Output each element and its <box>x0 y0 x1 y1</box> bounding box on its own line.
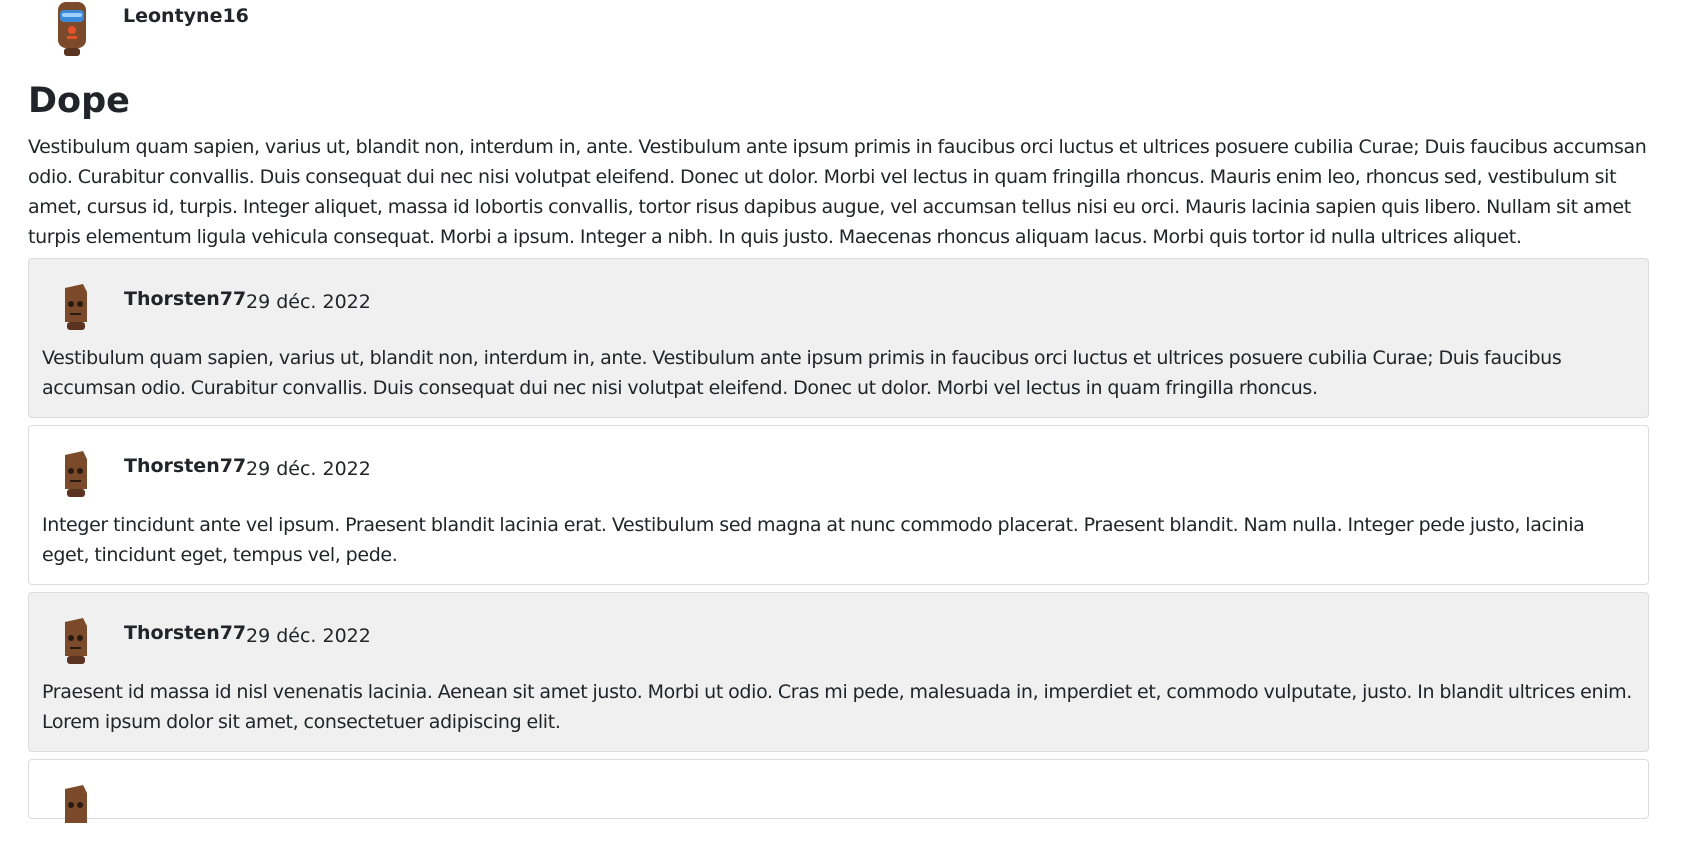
comment-header: Thorsten77 29 déc. 2022 <box>29 259 1648 343</box>
comment-date: 29 déc. 2022 <box>246 458 371 480</box>
comment-header <box>29 760 1648 844</box>
robot-avatar-icon[interactable] <box>57 616 95 668</box>
comment-text: Praesent id massa id nisl venenatis laci… <box>42 681 1632 733</box>
comment-date: 29 déc. 2022 <box>246 625 371 647</box>
robot-avatar-icon[interactable] <box>57 449 95 501</box>
comment-card: Thorsten77 29 déc. 2022 Praesent id mass… <box>28 592 1649 752</box>
post-container: Leontyne16 Dope Vestibulum quam sapien, … <box>28 0 1649 826</box>
comment-text: Vestibulum quam sapien, varius ut, bland… <box>42 347 1562 399</box>
comment-username[interactable]: Thorsten77 <box>124 288 246 310</box>
comment-text: Integer tincidunt ante vel ipsum. Praese… <box>42 514 1585 566</box>
post-author-name[interactable]: Leontyne16 <box>123 5 249 27</box>
robot-avatar-icon[interactable] <box>57 282 95 334</box>
comment-list: Thorsten77 29 déc. 2022 Vestibulum quam … <box>28 258 1649 823</box>
robot-avatar-icon[interactable] <box>46 0 98 60</box>
comment-card: Thorsten77 29 déc. 2022 Vestibulum quam … <box>28 258 1649 418</box>
post-author-row: Leontyne16 <box>28 0 1649 64</box>
comment-header: Thorsten77 29 déc. 2022 <box>29 426 1648 510</box>
comment-header: Thorsten77 29 déc. 2022 <box>29 593 1648 677</box>
comment-date: 29 déc. 2022 <box>246 291 371 313</box>
comment-username[interactable]: Thorsten77 <box>124 622 246 644</box>
comment-card <box>28 759 1649 823</box>
post-body: Vestibulum quam sapien, varius ut, bland… <box>28 136 1647 248</box>
post-title: Dope <box>28 81 130 121</box>
comment-username[interactable]: Thorsten77 <box>124 455 246 477</box>
comment-card: Thorsten77 29 déc. 2022 Integer tincidun… <box>28 425 1649 585</box>
